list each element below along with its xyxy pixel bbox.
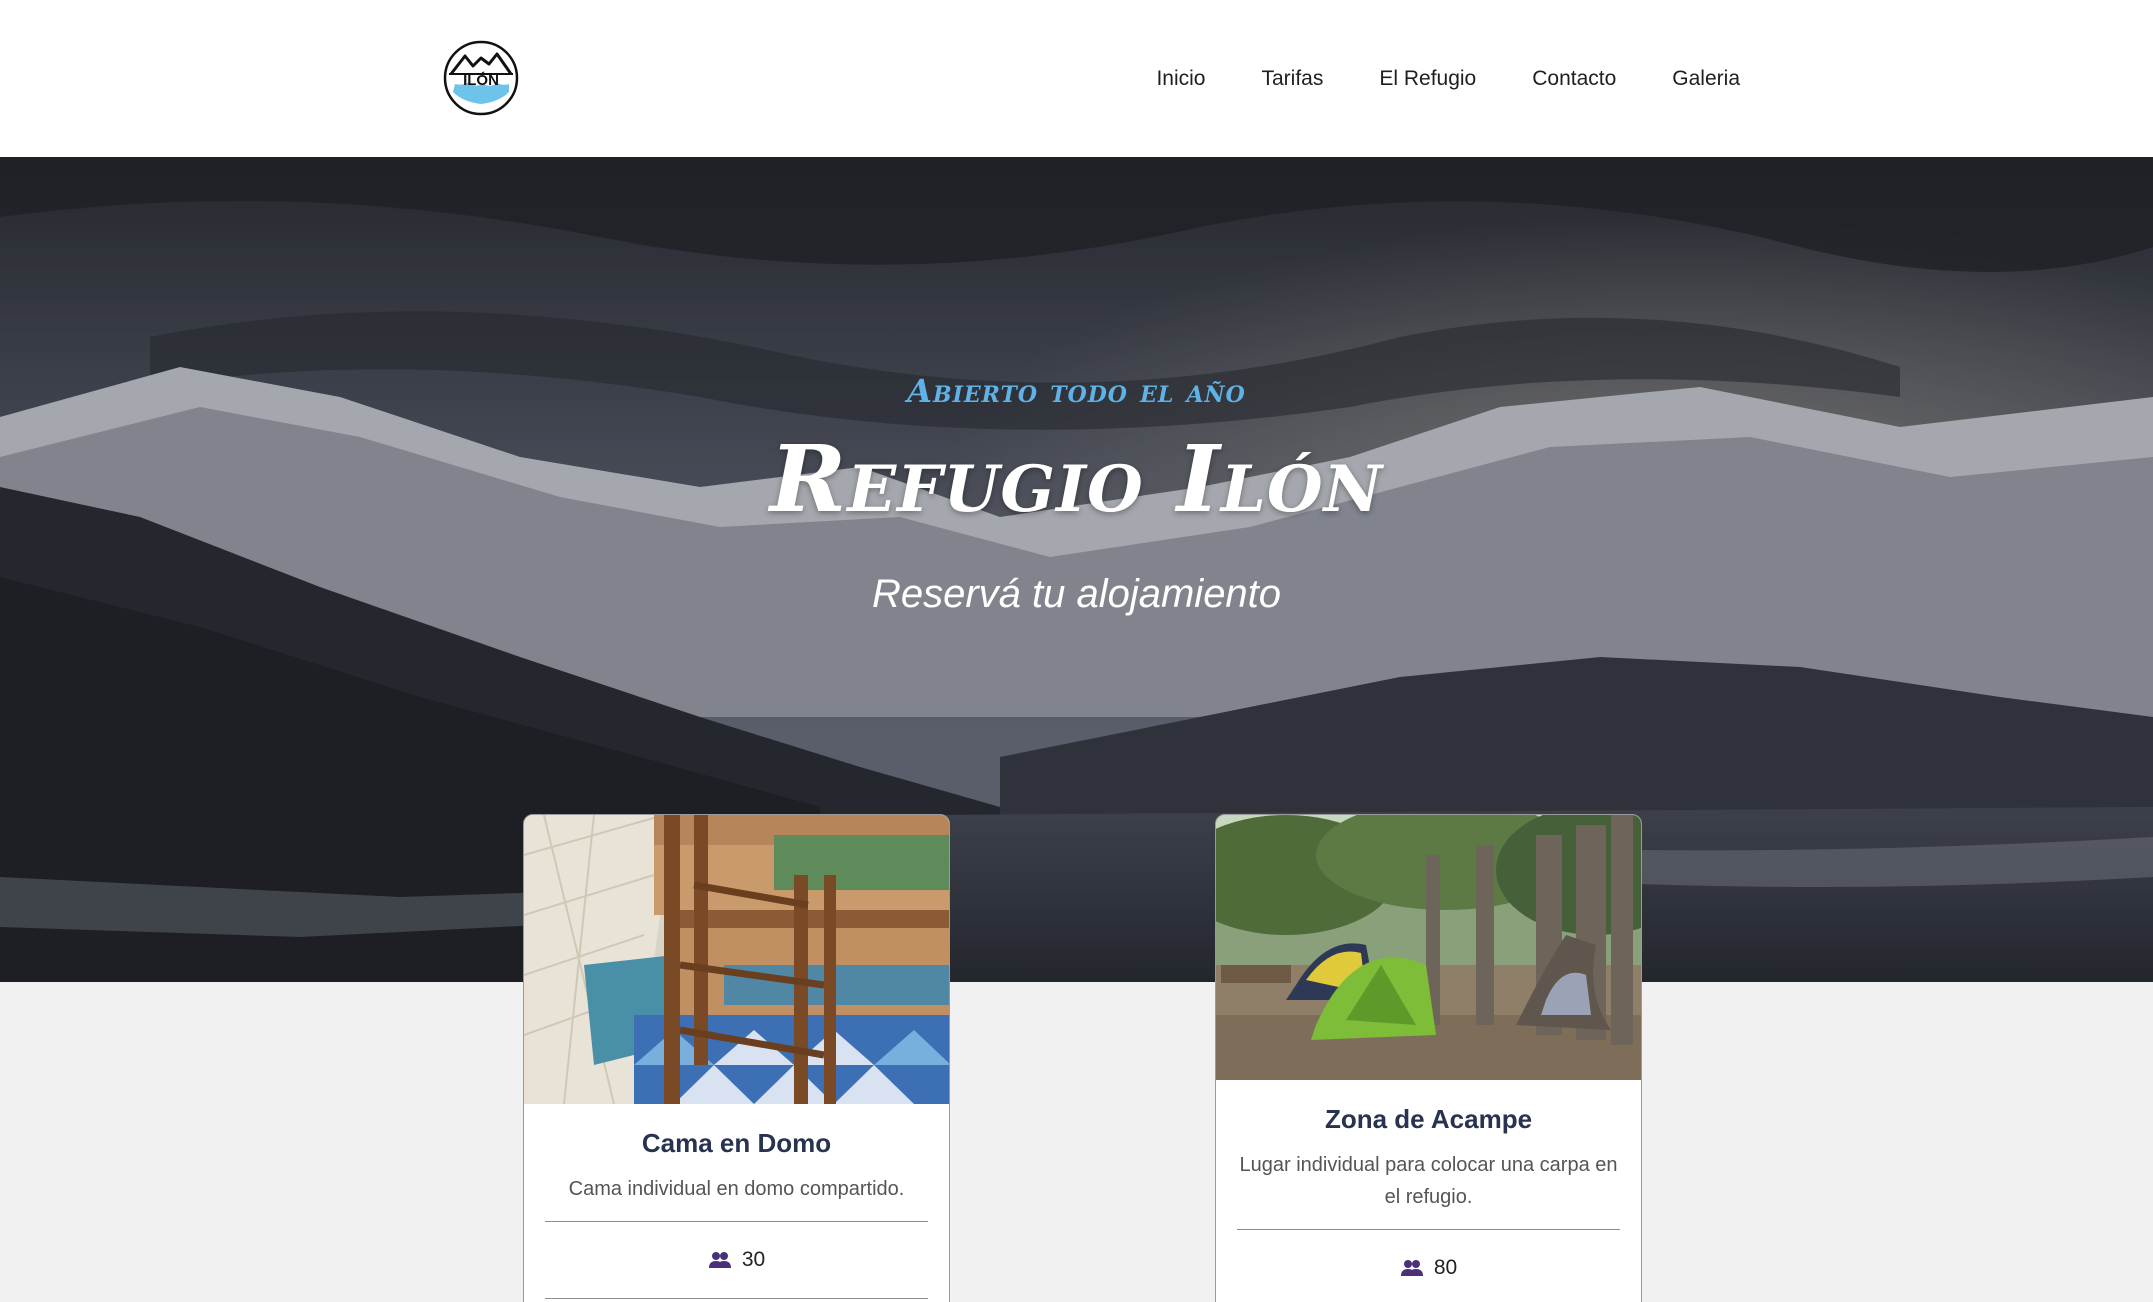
accommodation-card-camping[interactable]: Zona de Acampe Lugar individual para col…: [1215, 814, 1642, 1302]
nav-inicio[interactable]: Inicio: [1156, 67, 1205, 91]
nav-contacto[interactable]: Contacto: [1532, 67, 1616, 91]
hero-title: Refugio Ilón: [769, 425, 1384, 533]
nav-galeria[interactable]: Galeria: [1672, 67, 1740, 91]
card-title: Cama en Domo: [641, 1128, 832, 1158]
capacity-count: 30: [741, 1248, 766, 1271]
people-icon: [708, 1252, 731, 1268]
mountain-logo-icon: ILÓN: [443, 40, 519, 116]
card-title: Zona de Acampe: [1324, 1104, 1533, 1134]
card-body: Zona de Acampe Lugar individual para col…: [1216, 1080, 1641, 1280]
svg-text:ILÓN: ILÓN: [463, 71, 499, 89]
dome-bunk-bed-photo: [524, 815, 949, 1104]
card-body: Cama en Domo Cama individual en domo com…: [524, 1104, 949, 1299]
card-divider: [545, 1298, 928, 1299]
card-divider: [1237, 1229, 1620, 1230]
hero-eyebrow: Abierto todo el año: [907, 372, 1246, 410]
hero-banner: Abierto todo el año Refugio Ilón Reservá…: [0, 157, 2153, 982]
site-header: ILÓN Inicio Tarifas El Refugio Contacto …: [0, 0, 2153, 157]
card-description: Lugar individual para colocar una carpa …: [1239, 1154, 1618, 1208]
card-capacity: 30: [524, 1248, 949, 1272]
main-nav: Inicio Tarifas El Refugio Contacto Galer…: [1156, 0, 1740, 157]
hero-background-image: [0, 157, 2153, 982]
nav-tarifas[interactable]: Tarifas: [1261, 67, 1323, 91]
people-icon: [1400, 1260, 1423, 1276]
camping-tents-photo: [1216, 815, 1641, 1080]
capacity-count: 80: [1433, 1256, 1458, 1279]
site-logo[interactable]: ILÓN: [443, 40, 519, 116]
accommodation-card-dome[interactable]: Cama en Domo Cama individual en domo com…: [523, 814, 950, 1302]
hero-subtitle: Reservá tu alojamiento: [871, 572, 1282, 616]
card-divider: [545, 1221, 928, 1222]
nav-el-refugio[interactable]: El Refugio: [1379, 67, 1476, 91]
card-capacity: 80: [1216, 1256, 1641, 1280]
card-description: Cama individual en domo compartido.: [568, 1178, 905, 1200]
